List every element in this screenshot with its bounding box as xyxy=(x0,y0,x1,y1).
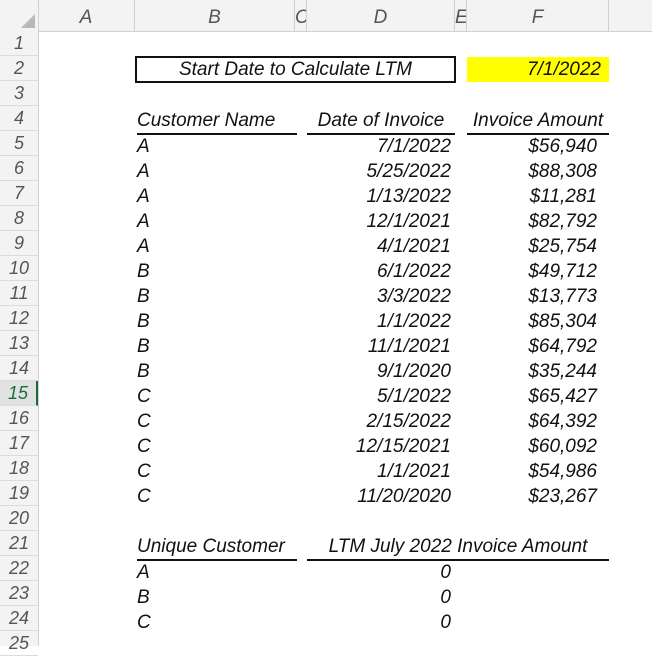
header-ltm-amount: LTM July 2022 Invoice Amount xyxy=(307,534,609,561)
start-date-value[interactable]: 7/1/2022 xyxy=(467,57,601,82)
header-date-of-invoice: Date of Invoice xyxy=(307,108,455,135)
invoice-customer-cell[interactable]: C xyxy=(137,434,287,459)
invoice-customer-cell[interactable]: C xyxy=(137,484,287,509)
invoice-customer-cell[interactable]: B xyxy=(137,334,287,359)
row-header-14[interactable]: 14 xyxy=(0,356,38,381)
invoice-customer-cell[interactable]: A xyxy=(137,184,287,209)
invoice-date-cell[interactable]: 4/1/2021 xyxy=(307,234,451,259)
invoice-date-cell[interactable]: 1/1/2022 xyxy=(307,309,451,334)
row-header-24[interactable]: 24 xyxy=(0,606,38,631)
invoice-amount-cell[interactable]: $56,940 xyxy=(467,134,597,159)
invoice-customer-cell[interactable]: C xyxy=(137,384,287,409)
invoice-customer-cell[interactable]: A xyxy=(137,159,287,184)
invoice-customer-cell[interactable]: B xyxy=(137,359,287,384)
row-header-20[interactable]: 20 xyxy=(0,506,38,531)
invoice-date-cell[interactable]: 7/1/2022 xyxy=(307,134,451,159)
column-header-c[interactable]: C xyxy=(295,0,307,31)
header-customer-name: Customer Name xyxy=(137,108,297,135)
column-header-d[interactable]: D xyxy=(307,0,455,31)
summary-amount-cell[interactable]: 0 xyxy=(307,560,451,585)
row-header-21[interactable]: 21 xyxy=(0,531,38,556)
invoice-amount-cell[interactable]: $49,712 xyxy=(467,259,597,284)
row-header-19[interactable]: 19 xyxy=(0,481,38,506)
row-header-5[interactable]: 5 xyxy=(0,131,38,156)
column-header-b[interactable]: B xyxy=(135,0,295,31)
invoice-date-cell[interactable]: 5/25/2022 xyxy=(307,159,451,184)
row-header-22[interactable]: 22 xyxy=(0,556,38,581)
invoice-date-cell[interactable]: 12/1/2021 xyxy=(307,209,451,234)
invoice-amount-cell[interactable]: $82,792 xyxy=(467,209,597,234)
invoice-date-cell[interactable]: 11/1/2021 xyxy=(307,334,451,359)
column-header-f[interactable]: F xyxy=(467,0,609,31)
invoice-date-cell[interactable]: 6/1/2022 xyxy=(307,259,451,284)
invoice-amount-cell[interactable]: $65,427 xyxy=(467,384,597,409)
invoice-date-cell[interactable]: 2/15/2022 xyxy=(307,409,451,434)
row-header-11[interactable]: 11 xyxy=(0,281,38,306)
row-header-25[interactable]: 25 xyxy=(0,631,38,656)
invoice-customer-cell[interactable]: C xyxy=(137,409,287,434)
invoice-date-cell[interactable]: 5/1/2022 xyxy=(307,384,451,409)
row-header-18[interactable]: 18 xyxy=(0,456,38,481)
invoice-amount-cell[interactable]: $60,092 xyxy=(467,434,597,459)
row-header-7[interactable]: 7 xyxy=(0,181,38,206)
row-header-13[interactable]: 13 xyxy=(0,331,38,356)
row-header-9[interactable]: 9 xyxy=(0,231,38,256)
invoice-customer-cell[interactable]: A xyxy=(137,209,287,234)
invoice-date-cell[interactable]: 1/1/2021 xyxy=(307,459,451,484)
header-invoice-amount: Invoice Amount xyxy=(467,108,609,135)
summary-customer-cell[interactable]: B xyxy=(137,585,287,610)
invoice-amount-cell[interactable]: $13,773 xyxy=(467,284,597,309)
summary-customer-cell[interactable]: A xyxy=(137,560,287,585)
invoice-customer-cell[interactable]: A xyxy=(137,234,287,259)
column-header-e[interactable]: E xyxy=(455,0,467,31)
invoice-date-cell[interactable]: 3/3/2022 xyxy=(307,284,451,309)
invoice-date-cell[interactable]: 1/13/2022 xyxy=(307,184,451,209)
row-header-17[interactable]: 17 xyxy=(0,431,38,456)
row-header-4[interactable]: 4 xyxy=(0,106,38,131)
invoice-customer-cell[interactable]: B xyxy=(137,284,287,309)
invoice-date-cell[interactable]: 11/20/2020 xyxy=(307,484,451,509)
invoice-customer-cell[interactable]: C xyxy=(137,459,287,484)
row-header-15[interactable]: 15 xyxy=(0,381,38,406)
invoice-date-cell[interactable]: 9/1/2020 xyxy=(307,359,451,384)
invoice-amount-cell[interactable]: $85,304 xyxy=(467,309,597,334)
invoice-amount-cell[interactable]: $64,792 xyxy=(467,334,597,359)
invoice-date-cell[interactable]: 12/15/2021 xyxy=(307,434,451,459)
row-header-10[interactable]: 10 xyxy=(0,256,38,281)
row-header-3[interactable]: 3 xyxy=(0,81,38,106)
invoice-customer-cell[interactable]: A xyxy=(137,134,287,159)
row-header-8[interactable]: 8 xyxy=(0,206,38,231)
invoice-customer-cell[interactable]: B xyxy=(137,309,287,334)
row-header-12[interactable]: 12 xyxy=(0,306,38,331)
summary-amount-cell[interactable]: 0 xyxy=(307,585,451,610)
invoice-amount-cell[interactable]: $11,281 xyxy=(467,184,597,209)
row-header-6[interactable]: 6 xyxy=(0,156,38,181)
row-header-1[interactable]: 1 xyxy=(0,31,38,56)
invoice-amount-cell[interactable]: $35,244 xyxy=(467,359,597,384)
invoice-amount-cell[interactable]: $23,267 xyxy=(467,484,597,509)
row-header-16[interactable]: 16 xyxy=(0,406,38,431)
invoice-customer-cell[interactable]: B xyxy=(137,259,287,284)
column-header-a[interactable]: A xyxy=(38,0,135,31)
select-all-triangle-icon xyxy=(21,14,35,28)
invoice-amount-cell[interactable]: $25,754 xyxy=(467,234,597,259)
column-header-g[interactable]: G xyxy=(609,0,652,31)
summary-amount-cell[interactable]: 0 xyxy=(307,610,451,635)
select-all-corner[interactable] xyxy=(0,0,39,31)
invoice-amount-cell[interactable]: $64,392 xyxy=(467,409,597,434)
invoice-amount-cell[interactable]: $88,308 xyxy=(467,159,597,184)
row-header-23[interactable]: 23 xyxy=(0,581,38,606)
invoice-amount-cell[interactable]: $54,986 xyxy=(467,459,597,484)
start-date-label: Start Date to Calculate LTM xyxy=(178,59,413,80)
summary-customer-cell[interactable]: C xyxy=(137,610,287,635)
header-unique-customer: Unique Customer xyxy=(137,534,297,561)
row-header-2[interactable]: 2 xyxy=(0,56,38,81)
